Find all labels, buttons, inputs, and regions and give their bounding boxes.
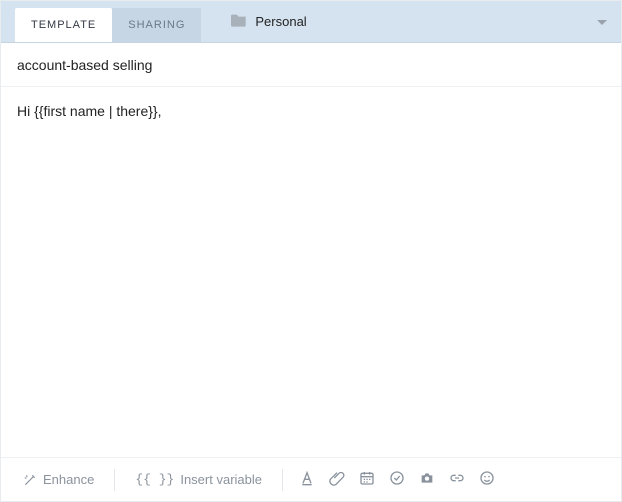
link-icon: [448, 470, 466, 489]
camera-icon: [419, 470, 435, 489]
emoji-button[interactable]: [475, 468, 499, 492]
tab-list: TEMPLATE SHARING: [15, 1, 201, 42]
meeting-button[interactable]: [355, 468, 379, 492]
tab-template[interactable]: TEMPLATE: [15, 8, 112, 42]
divider: [282, 469, 283, 491]
text-format-icon: [299, 470, 315, 489]
attachment-button[interactable]: [325, 468, 349, 492]
body-text: Hi {{first name | there}},: [17, 103, 605, 119]
insert-variable-button[interactable]: {{ }} Insert variable: [127, 468, 270, 491]
subject-input[interactable]: [17, 57, 605, 73]
emoji-icon: [479, 470, 495, 489]
insert-variable-label: Insert variable: [180, 472, 262, 487]
subject-row: [1, 43, 621, 87]
check-circle-icon: [389, 470, 405, 489]
variable-glyph: {{ }}: [135, 472, 174, 487]
paperclip-icon: [329, 470, 345, 489]
folder-selector[interactable]: Personal: [231, 1, 621, 42]
folder-icon: [231, 13, 247, 30]
calendar-icon: [359, 470, 375, 489]
image-button[interactable]: [415, 468, 439, 492]
enhance-button[interactable]: Enhance: [15, 468, 102, 491]
bottom-toolbar: Enhance {{ }} Insert variable: [1, 457, 621, 501]
task-button[interactable]: [385, 468, 409, 492]
text-format-button[interactable]: [295, 468, 319, 492]
template-editor: TEMPLATE SHARING Personal Hi {{first nam…: [0, 0, 622, 502]
link-button[interactable]: [445, 468, 469, 492]
body-editor[interactable]: Hi {{first name | there}},: [1, 87, 621, 457]
enhance-label: Enhance: [43, 472, 94, 487]
top-bar: TEMPLATE SHARING Personal: [1, 1, 621, 43]
tab-sharing[interactable]: SHARING: [112, 8, 201, 42]
divider: [114, 469, 115, 491]
folder-name: Personal: [255, 14, 306, 29]
wand-icon: [23, 473, 37, 487]
chevron-down-icon: [597, 14, 607, 29]
